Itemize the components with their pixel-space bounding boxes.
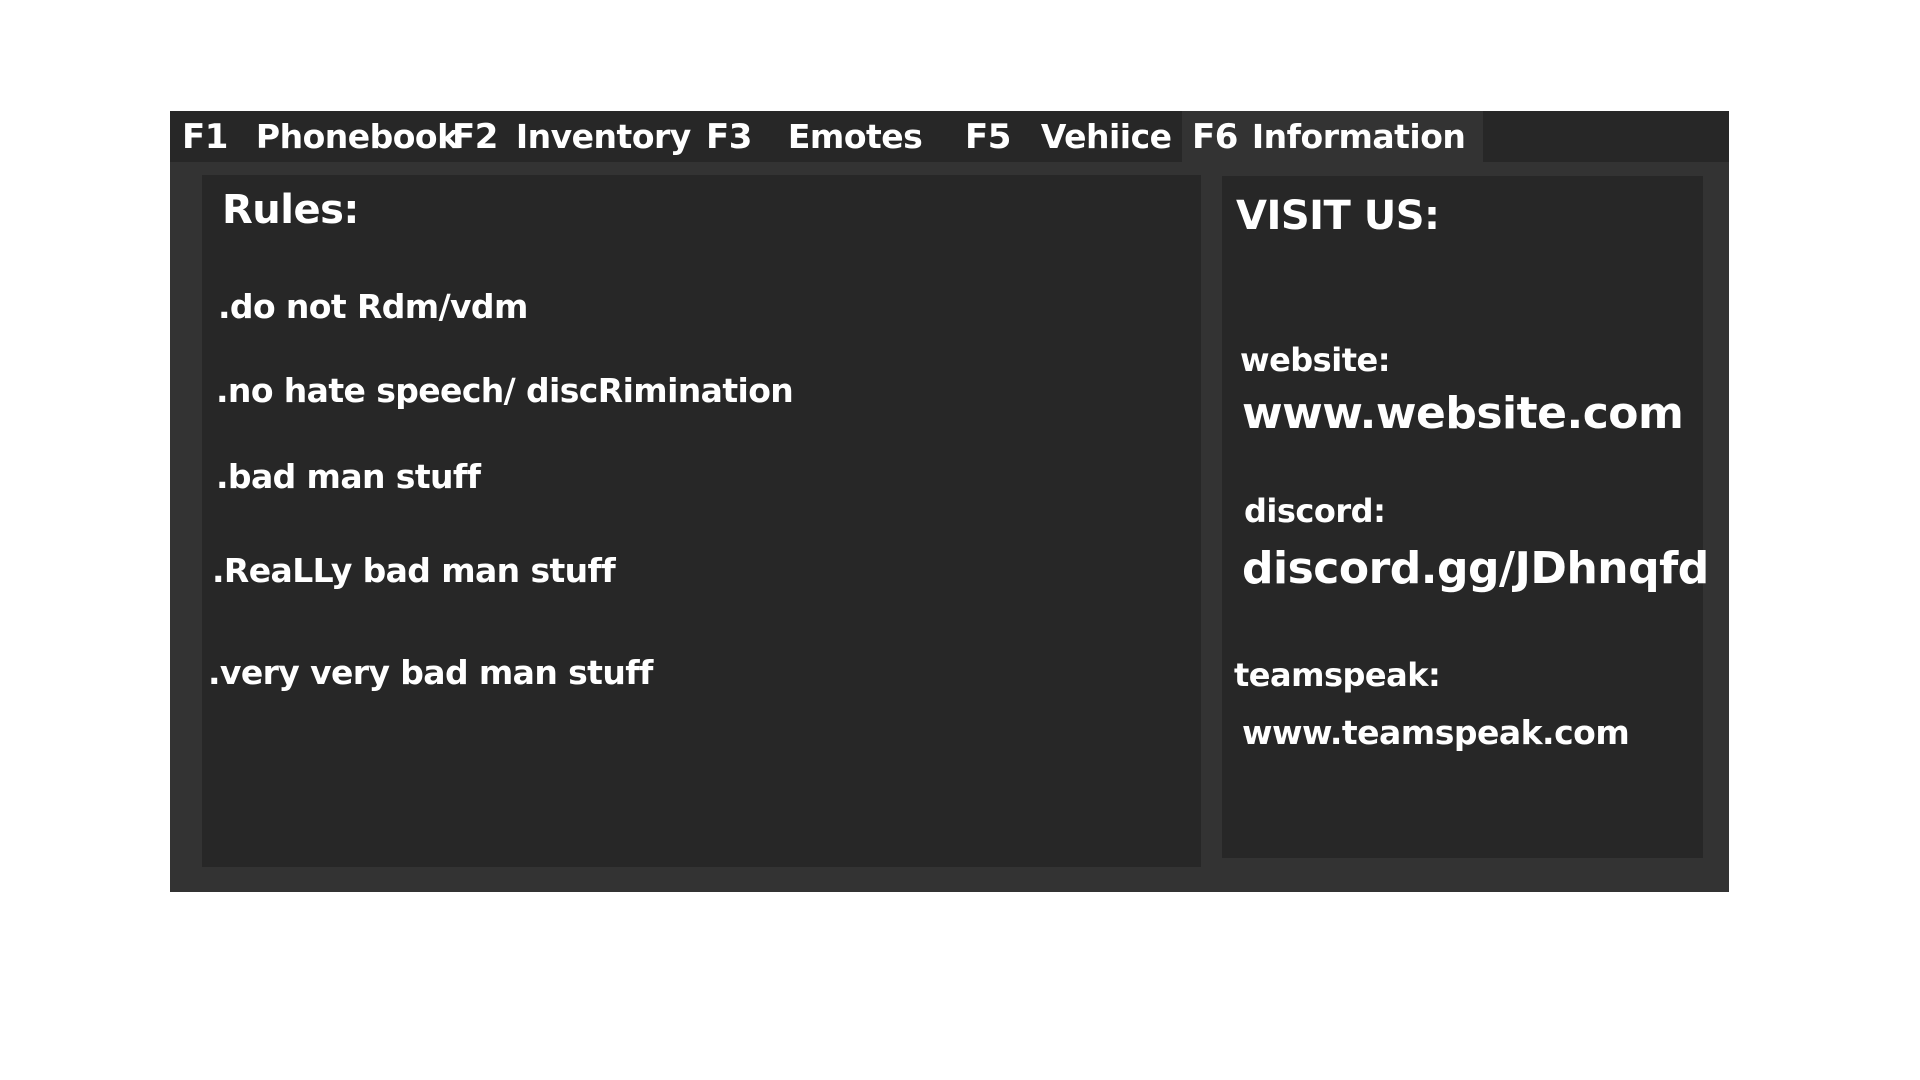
tab-emotes[interactable]: F3 Emotes: [706, 111, 923, 162]
teamspeak-link[interactable]: www.teamspeak.com: [1242, 713, 1630, 752]
visit-us-section: VISIT US: website: www.website.com disco…: [1222, 176, 1709, 858]
rules-title: Rules:: [222, 187, 359, 233]
tab-phonebook[interactable]: F1 Phonebook: [182, 111, 459, 162]
rule-item: .bad man stuff: [216, 457, 481, 496]
tab-key: F1: [182, 116, 228, 157]
website-label: website:: [1240, 341, 1390, 379]
tab-label: Information: [1251, 117, 1466, 156]
tab-label: Vehiice: [1040, 117, 1172, 156]
rule-item: .very very bad man stuff: [208, 653, 653, 692]
discord-label: discord:: [1244, 492, 1386, 530]
tab-key: F6: [1192, 116, 1238, 157]
tab-key: F2: [452, 116, 498, 157]
information-panel: F1 Phonebook F2 Inventory F3 Emotes F5 V…: [170, 111, 1729, 892]
rule-item: .ReaLLy bad man stuff: [212, 551, 616, 590]
tab-label: Inventory: [515, 117, 691, 156]
rule-item: .no hate speech/ discRimination: [216, 371, 794, 410]
tab-key: F3: [706, 116, 752, 157]
tab-bar: F1 Phonebook F2 Inventory F3 Emotes F5 V…: [170, 111, 1729, 162]
tab-label: Emotes: [787, 117, 923, 156]
tab-inventory[interactable]: F2 Inventory: [452, 111, 691, 162]
teamspeak-label: teamspeak:: [1234, 656, 1441, 694]
website-link[interactable]: www.website.com: [1242, 388, 1684, 439]
tab-key: F5: [965, 116, 1011, 157]
rules-section: Rules: .do not Rdm/vdm .no hate speech/ …: [202, 175, 1201, 867]
visit-us-title: VISIT US:: [1236, 193, 1440, 239]
tab-label: Phonebook: [255, 117, 459, 156]
rule-item: .do not Rdm/vdm: [218, 287, 528, 326]
discord-link[interactable]: discord.gg/JDhnqfd: [1242, 543, 1709, 594]
tab-information[interactable]: F6 Information: [1182, 111, 1483, 162]
tab-vehicle[interactable]: F5 Vehiice: [965, 111, 1172, 162]
